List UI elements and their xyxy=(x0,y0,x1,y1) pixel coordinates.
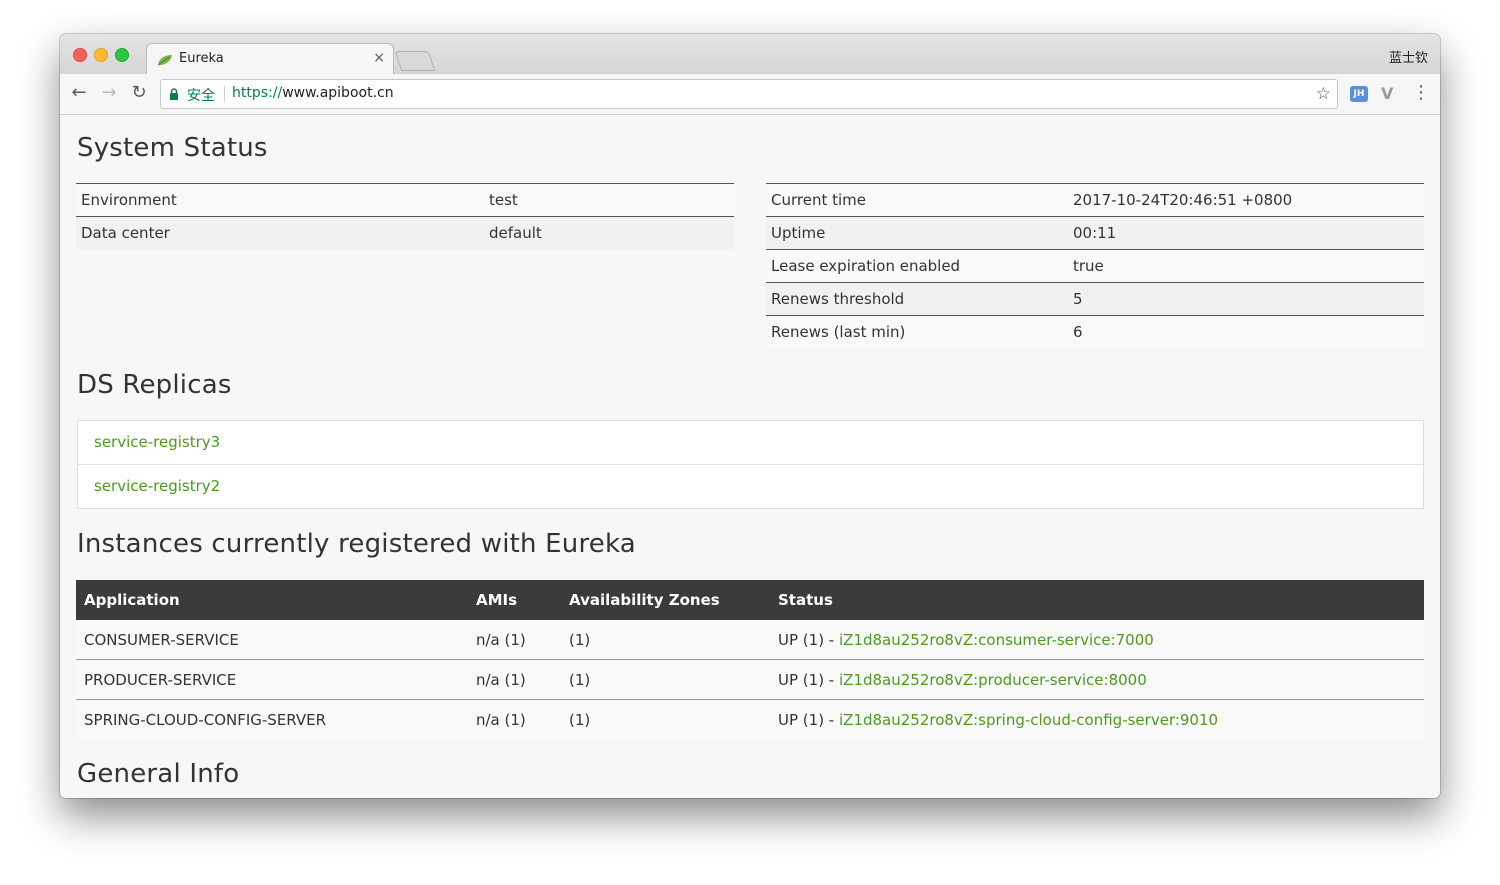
column-header-status: Status xyxy=(770,580,1424,620)
application-cell: CONSUMER-SERVICE xyxy=(76,620,468,660)
menu-dots-icon[interactable]: ⋮ xyxy=(1412,82,1430,104)
instance-link[interactable]: iZ1d8au252ro8vZ:producer-service:8000 xyxy=(839,671,1147,689)
application-cell: SPRING-CLOUD-CONFIG-SERVER xyxy=(76,699,468,739)
zones-cell: (1) xyxy=(561,620,770,660)
status-value: 00:11 xyxy=(1068,216,1424,250)
status-prefix: UP (1) - xyxy=(778,630,839,649)
instance-link[interactable]: iZ1d8au252ro8vZ:consumer-service:7000 xyxy=(839,631,1154,649)
table-row: Current time 2017-10-24T20:46:51 +0800 xyxy=(766,183,1424,217)
amis-cell: n/a (1) xyxy=(468,699,561,739)
column-header-application: Application xyxy=(76,580,468,620)
window-minimize-button[interactable] xyxy=(94,48,108,62)
close-icon[interactable]: × xyxy=(373,50,385,66)
browser-toolbar: ← → ↻ 安全 https://www.apiboot.cn ☆ JH V ⋮ xyxy=(60,74,1440,115)
reload-icon[interactable]: ↻ xyxy=(128,82,150,104)
general-info-heading: General Info xyxy=(77,759,240,789)
status-cell: UP (1) - iZ1d8au252ro8vZ:spring-cloud-co… xyxy=(770,699,1424,739)
zones-cell: (1) xyxy=(561,699,770,739)
status-label: Data center xyxy=(76,216,484,249)
system-status-heading: System Status xyxy=(77,133,268,163)
status-value: 2017-10-24T20:46:51 +0800 xyxy=(1068,183,1424,217)
extension-v-icon[interactable]: V xyxy=(1381,84,1393,103)
profile-name[interactable]: 蓝士钦 xyxy=(1389,47,1428,66)
url-text[interactable]: https://www.apiboot.cn xyxy=(232,85,394,101)
back-arrow-icon[interactable]: ← xyxy=(68,82,90,104)
system-status-right-table: Current time 2017-10-24T20:46:51 +0800 U… xyxy=(766,183,1424,348)
status-value: 6 xyxy=(1068,315,1424,348)
status-label: Current time xyxy=(766,183,1068,217)
zones-cell: (1) xyxy=(561,659,770,700)
tab-bar: Eureka × 蓝士钦 xyxy=(60,34,1440,75)
application-cell: PRODUCER-SERVICE xyxy=(76,659,468,700)
instances-table: Application AMIs Availability Zones Stat… xyxy=(76,580,1424,739)
column-header-zones: Availability Zones xyxy=(561,580,770,620)
address-bar[interactable]: 安全 https://www.apiboot.cn ☆ xyxy=(160,79,1338,109)
extension-jh-icon[interactable]: JH xyxy=(1350,86,1368,102)
replica-link[interactable]: service-registry3 xyxy=(78,421,1423,465)
table-header-row: Application AMIs Availability Zones Stat… xyxy=(76,580,1424,620)
status-label: Environment xyxy=(76,183,484,217)
ds-replicas-list: service-registry3 service-registry2 xyxy=(77,420,1424,509)
tab-title: Eureka xyxy=(179,51,224,66)
forward-arrow-icon[interactable]: → xyxy=(98,82,120,104)
url-separator xyxy=(224,86,225,102)
status-label: Lease expiration enabled xyxy=(766,249,1068,283)
url-host: www.apiboot.cn xyxy=(282,85,394,101)
status-prefix: UP (1) - xyxy=(778,670,839,689)
lock-icon xyxy=(170,88,178,100)
table-row: CONSUMER-SERVICE n/a (1) (1) UP (1) - iZ… xyxy=(76,620,1424,660)
status-cell: UP (1) - iZ1d8au252ro8vZ:producer-servic… xyxy=(770,659,1424,700)
status-prefix: UP (1) - xyxy=(778,710,839,729)
status-value: test xyxy=(484,183,734,217)
status-value: default xyxy=(484,216,734,249)
table-row: Renews (last min) 6 xyxy=(766,315,1424,348)
table-row: Lease expiration enabled true xyxy=(766,249,1424,283)
system-status-left-table: Environment test Data center default xyxy=(76,183,734,249)
window-close-button[interactable] xyxy=(73,48,87,62)
bookmark-star-icon[interactable]: ☆ xyxy=(1316,84,1331,104)
ds-replicas-heading: DS Replicas xyxy=(77,370,232,400)
status-label: Uptime xyxy=(766,216,1068,250)
instance-link[interactable]: iZ1d8au252ro8vZ:spring-cloud-config-serv… xyxy=(839,711,1218,729)
secure-label: 安全 xyxy=(187,88,215,104)
replica-link[interactable]: service-registry2 xyxy=(78,465,1423,508)
status-label: Renews threshold xyxy=(766,282,1068,316)
spring-leaf-icon xyxy=(157,55,172,66)
amis-cell: n/a (1) xyxy=(468,659,561,700)
amis-cell: n/a (1) xyxy=(468,620,561,660)
status-value: true xyxy=(1068,249,1424,283)
table-row: Data center default xyxy=(76,216,734,249)
url-scheme: https:// xyxy=(232,85,283,101)
instances-heading: Instances currently registered with Eure… xyxy=(77,529,636,559)
page-content: System Status Environment test Data cent… xyxy=(60,115,1440,798)
window-maximize-button[interactable] xyxy=(115,48,129,62)
status-value: 5 xyxy=(1068,282,1424,316)
column-header-amis: AMIs xyxy=(468,580,561,620)
table-row: Uptime 00:11 xyxy=(766,216,1424,250)
tab-eureka[interactable]: Eureka × xyxy=(146,43,394,75)
status-label: Renews (last min) xyxy=(766,315,1068,348)
table-row: PRODUCER-SERVICE n/a (1) (1) UP (1) - iZ… xyxy=(76,659,1424,700)
status-cell: UP (1) - iZ1d8au252ro8vZ:consumer-servic… xyxy=(770,620,1424,660)
browser-window: Eureka × 蓝士钦 ← → ↻ 安全 https://www.apiboo… xyxy=(60,34,1440,798)
new-tab-button[interactable] xyxy=(394,51,436,71)
table-row: Environment test xyxy=(76,183,734,217)
table-row: SPRING-CLOUD-CONFIG-SERVER n/a (1) (1) U… xyxy=(76,699,1424,739)
table-row: Renews threshold 5 xyxy=(766,282,1424,316)
